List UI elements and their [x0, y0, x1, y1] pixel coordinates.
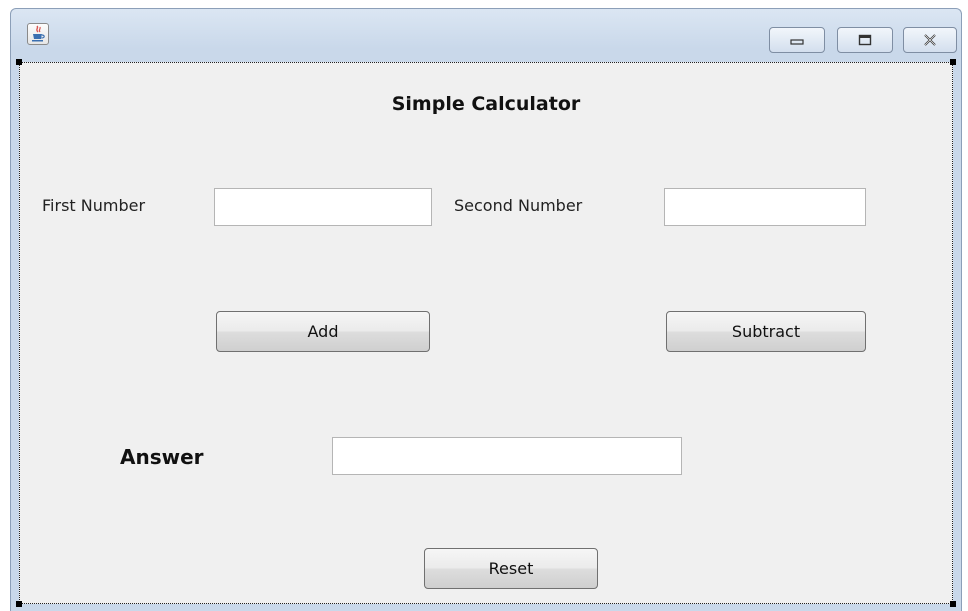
maximize-button[interactable]	[837, 27, 893, 53]
resize-handle[interactable]	[950, 59, 956, 65]
minimize-button[interactable]	[769, 27, 825, 53]
subtract-button[interactable]: Subtract	[666, 311, 866, 352]
resize-handle[interactable]	[16, 59, 22, 65]
close-button[interactable]	[903, 27, 957, 53]
title-bar[interactable]	[11, 9, 961, 61]
first-number-field[interactable]	[214, 188, 432, 226]
calculator-panel: Simple Calculator First Number Second Nu…	[16, 59, 956, 607]
first-number-label: First Number	[42, 196, 146, 215]
minimize-icon	[790, 39, 804, 45]
close-icon	[924, 34, 936, 46]
resize-handle[interactable]	[16, 601, 22, 607]
answer-label: Answer	[120, 445, 204, 469]
resize-handle[interactable]	[950, 601, 956, 607]
maximize-icon	[858, 34, 872, 46]
app-window: Simple Calculator First Number Second Nu…	[10, 8, 962, 611]
page-title: Simple Calculator	[391, 93, 581, 115]
reset-button[interactable]: Reset	[424, 548, 598, 589]
answer-field[interactable]	[332, 437, 682, 475]
add-button[interactable]: Add	[216, 311, 430, 352]
second-number-label: Second Number	[454, 196, 583, 215]
second-number-field[interactable]	[664, 188, 866, 226]
java-coffee-cup-icon[interactable]	[27, 23, 49, 45]
